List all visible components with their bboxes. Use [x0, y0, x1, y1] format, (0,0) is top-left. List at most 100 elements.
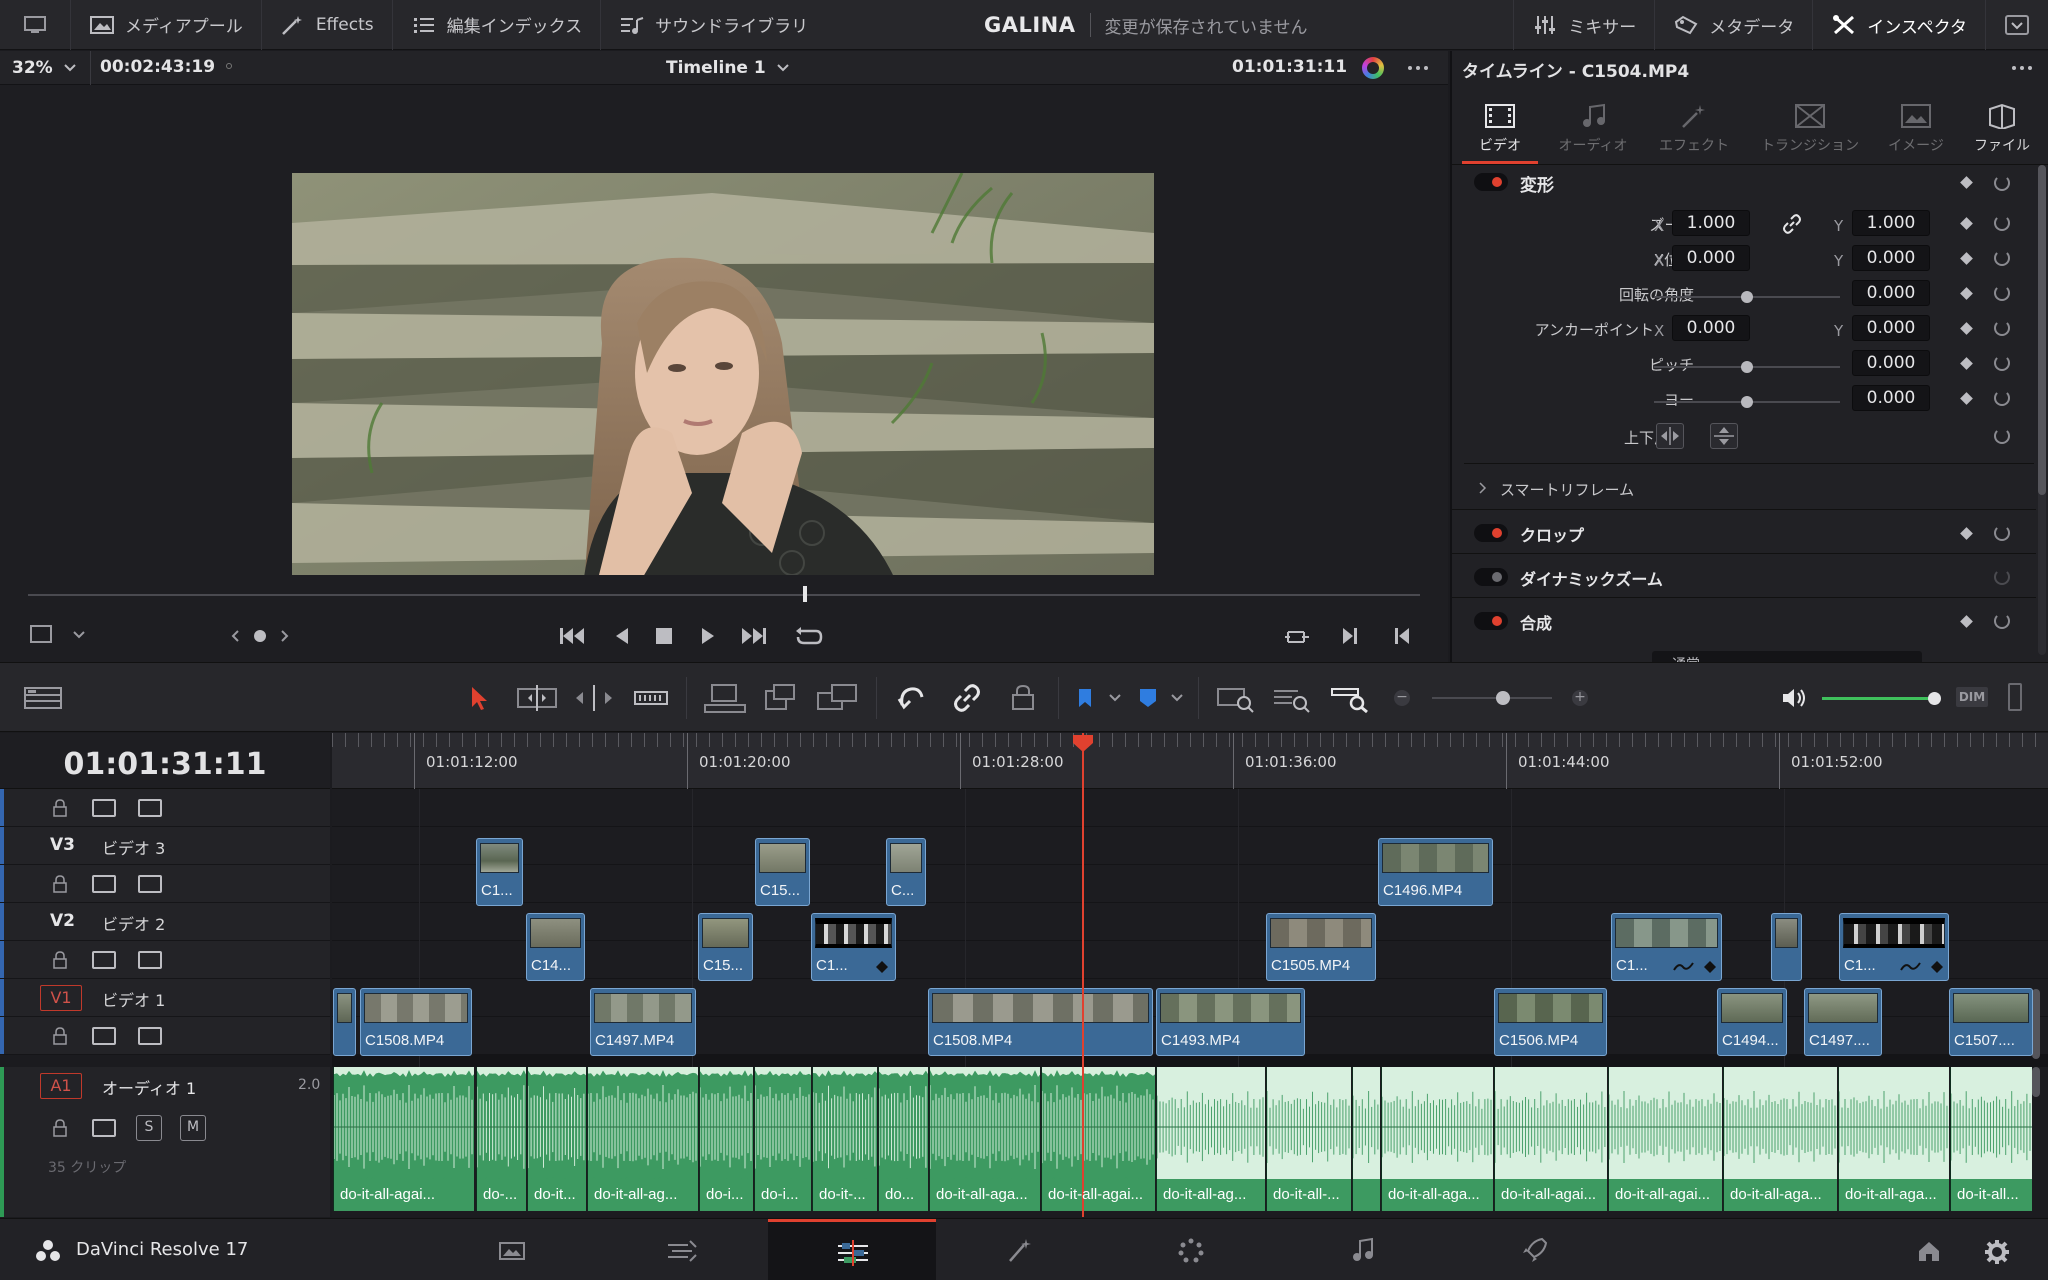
composite-toggle[interactable]	[1474, 612, 1508, 630]
volume-slider[interactable]	[1822, 697, 1936, 700]
audio-clip[interactable]: do-it-all-...	[1266, 1067, 1351, 1211]
match-frame-icon[interactable]	[1284, 626, 1310, 648]
playhead[interactable]	[1082, 733, 1084, 1217]
crop-toggle[interactable]	[1474, 524, 1508, 542]
timeline-clip[interactable]	[1771, 913, 1802, 981]
audio-clip[interactable]: do-it-all-ag...	[1156, 1067, 1265, 1211]
audio-tracks-scrollbar[interactable]	[2032, 1067, 2040, 1097]
auto-select-icon[interactable]	[92, 1027, 116, 1045]
timeline-clip[interactable]: C15...	[698, 913, 753, 981]
keyframe-icon[interactable]	[1960, 322, 1973, 335]
tab-audio[interactable]: オーディオ	[1548, 91, 1638, 165]
timeline-clip[interactable]: C1497....	[1804, 988, 1882, 1056]
audio-clip[interactable]: do...	[878, 1067, 928, 1211]
timeline-clip[interactable]: C1497.MP4	[590, 988, 696, 1056]
yaw-field[interactable]: 0.000	[1852, 385, 1930, 411]
fairlight-page-icon[interactable]	[1350, 1237, 1376, 1263]
next-edit-icon[interactable]	[1340, 625, 1360, 647]
reset-icon[interactable]	[1994, 175, 2010, 191]
tab-file[interactable]: ファイル	[1962, 91, 2042, 165]
reset-icon[interactable]	[1994, 250, 2010, 266]
zoom-in-icon[interactable]: +	[1572, 690, 1588, 706]
composite-title[interactable]: 合成	[1520, 610, 1552, 634]
audio-clip[interactable]: do-i...	[754, 1067, 811, 1211]
reset-icon[interactable]	[1994, 285, 2010, 301]
edit-page-tab[interactable]	[768, 1219, 936, 1280]
jog-bar[interactable]	[28, 594, 1420, 596]
custom-zoom-icon[interactable]	[1330, 685, 1370, 713]
timeline-clip[interactable]	[333, 988, 356, 1056]
keyframe-icon[interactable]	[1960, 392, 1973, 405]
blade-edit-icon[interactable]	[634, 689, 668, 707]
smart-reframe-label[interactable]: スマートリフレーム	[1500, 479, 1634, 500]
lock-icon[interactable]	[52, 875, 68, 893]
zoom-dropdown[interactable]: 32%	[12, 51, 77, 85]
timeline-zoom-slider[interactable]	[1432, 697, 1552, 699]
timeline-clip[interactable]: C15...	[755, 838, 810, 906]
tab-image[interactable]: イメージ	[1876, 91, 1956, 165]
audio-clip[interactable]: do-it-all-aga...	[1381, 1067, 1493, 1211]
crop-title[interactable]: クロップ	[1520, 522, 1584, 546]
clip-nav[interactable]	[230, 625, 290, 647]
source-viewer[interactable]	[0, 85, 1448, 657]
dynamic-zoom-title[interactable]: ダイナミックズーム	[1520, 566, 1663, 590]
effects-button[interactable]: Effects	[262, 0, 393, 50]
auto-select-icon[interactable]	[92, 951, 116, 969]
audio-clip[interactable]	[1352, 1067, 1380, 1211]
destination-track-button[interactable]: V1	[40, 985, 82, 1011]
reset-icon[interactable]	[1994, 613, 2010, 629]
audio-clip[interactable]: do-it-all-aga...	[1723, 1067, 1837, 1211]
color-wheel-icon[interactable]	[1362, 57, 1384, 79]
audio-clip[interactable]: do-it-all-ag...	[587, 1067, 698, 1211]
play-reverse-icon[interactable]	[612, 625, 632, 647]
audio-clip[interactable]: do-it-all-agai...	[333, 1067, 474, 1211]
audio-clip[interactable]: do-it-all...	[1950, 1067, 2032, 1211]
lock-icon[interactable]	[52, 799, 68, 817]
flip-horizontal-button[interactable]	[1656, 423, 1684, 449]
timeline-clip[interactable]: C1507....	[1949, 988, 2033, 1056]
solo-button[interactable]: S	[136, 1115, 162, 1141]
chevron-right-icon[interactable]	[280, 629, 290, 643]
cut-page-icon[interactable]	[666, 1239, 698, 1263]
volume-knob[interactable]	[1928, 692, 1941, 705]
tab-effects[interactable]: エフェクト	[1644, 91, 1744, 165]
gear-icon[interactable]	[1984, 1239, 2010, 1265]
insert-clip-icon[interactable]	[704, 683, 746, 713]
chevron-down-icon[interactable]	[72, 630, 86, 640]
dynamic-zoom-toggle[interactable]	[1474, 568, 1508, 586]
audio-clip[interactable]: do-...	[476, 1067, 526, 1211]
mixer-button[interactable]: ミキサー	[1513, 0, 1654, 50]
anchor-x-field[interactable]: 0.000	[1672, 315, 1750, 341]
pitch-field[interactable]: 0.000	[1852, 350, 1930, 376]
link-icon[interactable]	[1782, 214, 1802, 234]
jog-handle[interactable]	[803, 586, 807, 602]
position-lock-icon[interactable]	[1008, 683, 1038, 713]
reset-icon[interactable]	[1994, 320, 2010, 336]
audio-clip[interactable]: do-i...	[699, 1067, 753, 1211]
tab-transition[interactable]: トランジション	[1750, 91, 1870, 165]
auto-select-icon[interactable]	[92, 1119, 116, 1137]
skip-to-start-icon[interactable]	[558, 625, 586, 647]
timeline-clip[interactable]: C14...	[526, 913, 585, 981]
zoom-detail-icon[interactable]	[1272, 685, 1312, 713]
lock-icon[interactable]	[52, 1027, 68, 1045]
stop-icon[interactable]	[654, 626, 674, 646]
mute-button[interactable]: M	[180, 1115, 206, 1141]
timeline-clip[interactable]: C1...	[476, 838, 523, 906]
audio-clip[interactable]: do-it-all-agai...	[1494, 1067, 1607, 1211]
deliver-page-icon[interactable]	[1520, 1237, 1548, 1265]
loop-icon[interactable]	[794, 625, 824, 649]
reset-icon[interactable]	[1994, 355, 2010, 371]
timeline-selector[interactable]: Timeline 1	[666, 51, 790, 85]
chevron-left-icon[interactable]	[230, 629, 240, 643]
audio-clip[interactable]: do-it...	[527, 1067, 586, 1211]
timeline-clip[interactable]: C1508.MP4	[360, 988, 472, 1056]
zoom-y-field[interactable]: 1.000	[1852, 210, 1930, 236]
color-page-icon[interactable]	[1178, 1238, 1204, 1264]
track-enable-icon[interactable]	[138, 799, 162, 817]
track-name[interactable]: ビデオ 1	[102, 987, 165, 1011]
edit-index-button[interactable]: 編集インデックス	[393, 0, 602, 50]
inspector-button[interactable]: インスペクタ	[1812, 0, 1985, 50]
skip-to-end-icon[interactable]	[740, 625, 768, 647]
reset-icon[interactable]	[1994, 569, 2010, 585]
